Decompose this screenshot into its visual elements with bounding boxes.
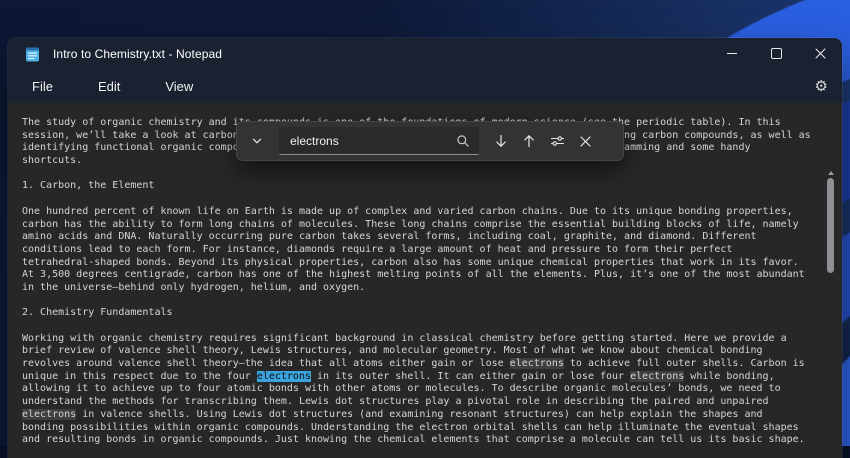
arrow-up-icon bbox=[522, 134, 536, 148]
search-input[interactable] bbox=[279, 127, 479, 155]
find-input-wrap bbox=[279, 127, 479, 155]
find-previous-button[interactable] bbox=[515, 127, 543, 155]
menu-item-edit[interactable]: Edit bbox=[90, 75, 128, 98]
scrollbar[interactable] bbox=[824, 168, 839, 458]
minimize-icon bbox=[727, 53, 737, 54]
sliders-icon bbox=[550, 134, 565, 148]
find-options-button[interactable] bbox=[543, 127, 571, 155]
menu-item-file[interactable]: File bbox=[24, 75, 61, 98]
arrow-down-icon bbox=[494, 134, 508, 148]
scroll-up-arrow[interactable] bbox=[828, 171, 834, 175]
find-bar bbox=[236, 121, 624, 161]
notepad-window: Intro to Chemistry.txt - Notepad File Ed… bbox=[8, 38, 842, 458]
settings-gear-icon[interactable]: ⚙ bbox=[815, 77, 828, 95]
minimize-button[interactable] bbox=[710, 38, 754, 68]
maximize-button[interactable] bbox=[754, 38, 798, 68]
menubar: File Edit View ⚙ bbox=[8, 70, 842, 103]
close-icon bbox=[580, 136, 591, 147]
titlebar: Intro to Chemistry.txt - Notepad bbox=[8, 38, 842, 70]
close-icon bbox=[815, 48, 826, 59]
find-next-button[interactable] bbox=[487, 127, 515, 155]
window-title: Intro to Chemistry.txt - Notepad bbox=[53, 47, 222, 61]
chevron-down-icon bbox=[251, 135, 263, 147]
scrollbar-thumb[interactable] bbox=[827, 178, 834, 273]
maximize-icon bbox=[771, 48, 782, 59]
window-controls bbox=[710, 38, 842, 70]
menu-item-view[interactable]: View bbox=[157, 75, 201, 98]
notepad-icon bbox=[25, 46, 40, 62]
find-expand-button[interactable] bbox=[243, 127, 271, 155]
editor-text: The study of organic chemistry and its c… bbox=[22, 117, 818, 447]
find-close-button[interactable] bbox=[571, 127, 599, 155]
close-button[interactable] bbox=[798, 38, 842, 68]
window-header: Intro to Chemistry.txt - Notepad File Ed… bbox=[8, 38, 842, 103]
